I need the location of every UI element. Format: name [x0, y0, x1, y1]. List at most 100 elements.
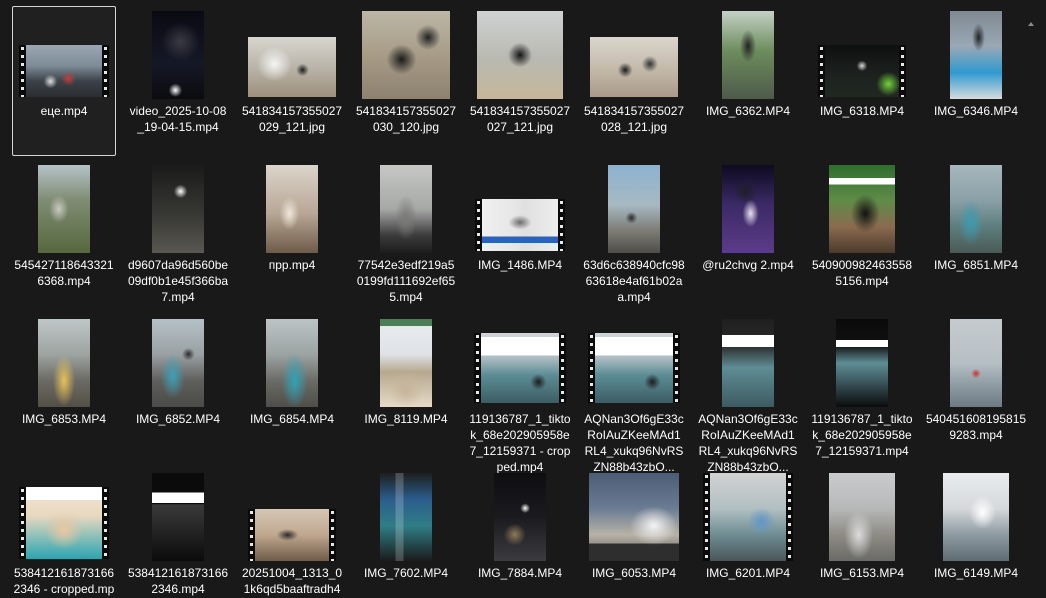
video-thumbnail[interactable] — [474, 333, 566, 403]
file-item[interactable]: 119136787_1_tiktok_68e202905958e7_121593… — [810, 314, 914, 464]
video-thumbnail[interactable] — [19, 45, 109, 97]
file-item[interactable]: IMG_6153.MP4 — [810, 468, 914, 598]
file-item[interactable]: IMG_6362.MP4 — [696, 6, 800, 156]
thumbnail-area[interactable] — [127, 315, 229, 409]
file-item[interactable]: 538412161873166 2346 - cropped.mp4 — [12, 468, 116, 598]
vertical-scrollbar[interactable] — [1031, 30, 1033, 590]
thumbnail-area[interactable] — [241, 315, 343, 409]
file-item[interactable]: 541834157355027029_121.jpg — [240, 6, 344, 156]
file-item[interactable]: еце.mp4 — [12, 6, 116, 156]
file-item[interactable]: IMG_6346.MP4 — [924, 6, 1028, 156]
thumbnail-area[interactable] — [925, 161, 1027, 255]
image-thumbnail[interactable] — [152, 473, 204, 561]
file-item[interactable]: IMG_1486.MP4 — [468, 160, 572, 310]
file-item[interactable]: 77542e3edf219a50199fd111692ef655.mp4 — [354, 160, 458, 310]
thumbnail-area[interactable] — [811, 469, 913, 563]
thumbnail-area[interactable] — [469, 7, 571, 101]
file-item[interactable]: IMG_6854.MP4 — [240, 314, 344, 464]
image-thumbnail[interactable] — [152, 165, 204, 253]
file-item[interactable]: 545427118643321 6368.mp4 — [12, 160, 116, 310]
image-thumbnail[interactable] — [380, 473, 432, 561]
thumbnail-area[interactable] — [241, 161, 343, 255]
image-thumbnail[interactable] — [950, 11, 1002, 99]
image-thumbnail[interactable] — [248, 37, 336, 97]
image-thumbnail[interactable] — [589, 473, 679, 561]
thumbnail-area[interactable] — [127, 7, 229, 101]
thumbnail-area[interactable] — [127, 161, 229, 255]
file-item[interactable]: 119136787_1_tiktok_68e202905958e7_121593… — [468, 314, 572, 474]
file-item[interactable]: IMG_6053.MP4 — [582, 468, 686, 598]
thumbnail-area[interactable] — [13, 315, 115, 409]
thumbnail-area[interactable] — [697, 469, 799, 563]
thumbnail-area[interactable] — [13, 469, 115, 563]
video-thumbnail[interactable] — [703, 473, 793, 561]
file-item[interactable]: IMG_6149.MP4 — [924, 468, 1028, 598]
file-item[interactable]: IMG_6853.MP4 — [12, 314, 116, 464]
file-item[interactable]: AQNan3Of6gE33cRoIAuZKeeMAd1RL4_xukq96NvR… — [582, 314, 686, 474]
file-item[interactable]: IMG_6852.MP4 — [126, 314, 230, 464]
thumbnail-area[interactable] — [355, 315, 457, 409]
thumbnail-area[interactable] — [355, 469, 457, 563]
image-thumbnail[interactable] — [152, 319, 204, 407]
image-thumbnail[interactable] — [829, 473, 895, 561]
thumbnail-area[interactable] — [925, 469, 1027, 563]
image-thumbnail[interactable] — [950, 319, 1002, 407]
file-item[interactable]: IMG_8119.MP4 — [354, 314, 458, 464]
file-item[interactable]: IMG_6851.MP4 — [924, 160, 1028, 310]
image-thumbnail[interactable] — [722, 11, 774, 99]
thumbnail-area[interactable] — [355, 7, 457, 101]
file-item[interactable]: AQNan3Of6gE33cRoIAuZKeeMAd1RL4_xukq96NvR… — [696, 314, 800, 474]
file-item[interactable]: 63d6c638940cfc9863618e4af61b02aa.mp4 — [582, 160, 686, 310]
file-item[interactable]: 541834157355027027_121.jpg — [468, 6, 572, 156]
file-item[interactable]: IMG_7884.MP4 — [468, 468, 572, 598]
image-thumbnail[interactable] — [608, 165, 660, 253]
image-thumbnail[interactable] — [266, 319, 318, 407]
thumbnail-area[interactable] — [697, 315, 799, 409]
image-thumbnail[interactable] — [722, 165, 774, 253]
thumbnail-area[interactable] — [127, 469, 229, 563]
video-thumbnail[interactable] — [818, 45, 906, 97]
file-item[interactable]: 540451608195815 9283.mp4 — [924, 314, 1028, 464]
file-item[interactable]: 20251004_1313_01k6qd5baaftradh42nhgsjgf5… — [240, 468, 344, 598]
thumbnail-area[interactable] — [697, 7, 799, 101]
thumbnail-area[interactable] — [583, 161, 685, 255]
image-thumbnail[interactable] — [380, 319, 432, 407]
image-thumbnail[interactable] — [38, 319, 90, 407]
thumbnail-area[interactable] — [697, 161, 799, 255]
video-thumbnail[interactable] — [475, 199, 565, 251]
video-thumbnail[interactable] — [19, 487, 109, 559]
thumbnail-area[interactable] — [583, 7, 685, 101]
image-thumbnail[interactable] — [494, 473, 546, 561]
file-item[interactable]: @ru2chvg 2.mp4 — [696, 160, 800, 310]
thumbnail-area[interactable] — [925, 7, 1027, 101]
image-thumbnail[interactable] — [943, 473, 1009, 561]
image-thumbnail[interactable] — [380, 165, 432, 253]
file-item[interactable]: IMG_7602.MP4 — [354, 468, 458, 598]
image-thumbnail[interactable] — [362, 11, 450, 99]
thumbnail-area[interactable] — [469, 161, 571, 255]
thumbnail-area[interactable] — [355, 161, 457, 255]
image-thumbnail[interactable] — [266, 165, 318, 253]
image-thumbnail[interactable] — [477, 11, 563, 99]
thumbnail-area[interactable] — [13, 161, 115, 255]
image-thumbnail[interactable] — [590, 37, 678, 97]
file-item[interactable]: 538412161873166 2346.mp4 — [126, 468, 230, 598]
thumbnail-area[interactable] — [13, 7, 115, 101]
thumbnail-area[interactable] — [241, 469, 343, 563]
video-thumbnail[interactable] — [588, 333, 680, 403]
thumbnail-area[interactable] — [925, 315, 1027, 409]
thumbnail-area[interactable] — [811, 161, 913, 255]
thumbnail-area[interactable] — [469, 469, 571, 563]
image-thumbnail[interactable] — [152, 11, 204, 99]
thumbnail-area[interactable] — [469, 315, 571, 409]
scroll-up-arrow-icon[interactable] — [1028, 22, 1034, 26]
file-item[interactable]: 540900982463558 5156.mp4 — [810, 160, 914, 310]
file-item[interactable]: прр.mp4 — [240, 160, 344, 310]
file-item[interactable]: d9607da96d560be09df0b1e45f366ba7.mp4 — [126, 160, 230, 310]
image-thumbnail[interactable] — [950, 165, 1002, 253]
file-item[interactable]: 541834157355027030_120.jpg — [354, 6, 458, 156]
thumbnail-area[interactable] — [241, 7, 343, 101]
image-thumbnail[interactable] — [38, 165, 90, 253]
thumbnail-area[interactable] — [811, 315, 913, 409]
image-thumbnail[interactable] — [829, 165, 895, 253]
